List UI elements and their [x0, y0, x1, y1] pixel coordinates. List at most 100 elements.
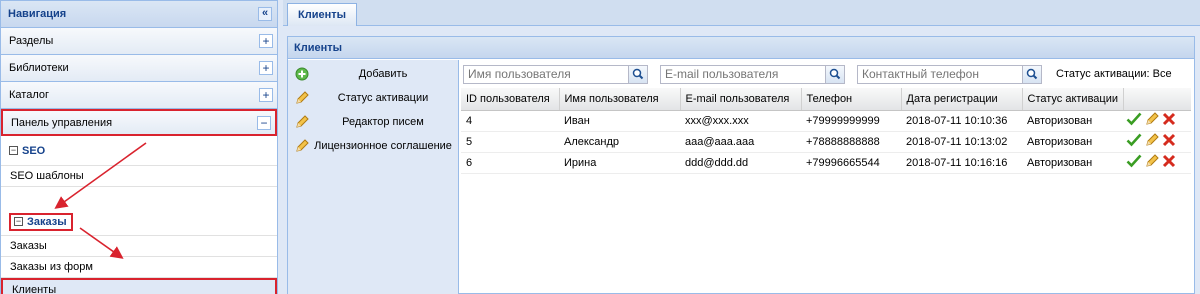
search-icon[interactable] — [1023, 64, 1042, 84]
nav-item-clients[interactable]: Клиенты — [1, 278, 277, 294]
cell-id: 4 — [461, 110, 559, 132]
delete-icon[interactable] — [1162, 112, 1176, 129]
group-orders-label: Заказы — [27, 215, 67, 228]
column-header[interactable]: E-mail пользователя — [680, 88, 802, 111]
nav-item-orders[interactable]: Заказы — [1, 236, 277, 257]
action-label: Редактор писем — [342, 116, 424, 128]
navigation-title: Навигация — [8, 8, 67, 20]
accordion-katalog[interactable]: Каталог + — [1, 82, 277, 109]
activation-status-filter[interactable]: Статус активации: Все — [1056, 68, 1172, 80]
delete-icon[interactable] — [1162, 133, 1176, 150]
nav-item-seo-templates[interactable]: SEO шаблоны — [1, 166, 277, 187]
email-search — [660, 64, 845, 84]
column-header[interactable]: Статус активации — [1022, 88, 1124, 111]
expand-button[interactable]: + — [259, 34, 273, 48]
collapse-box-icon[interactable]: − — [9, 146, 18, 155]
column-header[interactable]: ID пользователя — [461, 88, 560, 111]
email-search-input[interactable] — [660, 64, 826, 84]
cell-date: 2018-07-11 10:10:36 — [901, 110, 1022, 132]
filter-bar: Статус активации: Все — [461, 60, 1194, 88]
delete-icon[interactable] — [1162, 154, 1176, 171]
cell-name: Иван — [559, 110, 680, 132]
cell-name: Александр — [559, 131, 680, 153]
table-row[interactable]: 5 Александр aaa@aaa.aaa +78888888888 201… — [461, 131, 1191, 153]
orders-group-highlight[interactable]: − Заказы — [9, 212, 73, 231]
collapse-panel-button[interactable]: « — [258, 7, 272, 21]
username-search — [463, 64, 648, 84]
nav-item-label: Заказы из форм — [10, 261, 93, 273]
cell-name: Ирина — [559, 152, 680, 174]
nav-item-label: Клиенты — [12, 283, 57, 294]
pencil-icon — [294, 90, 310, 106]
table-row[interactable]: 6 Ирина ddd@ddd.dd +79996665544 2018-07-… — [461, 152, 1191, 174]
nav-item-label: SEO шаблоны — [10, 170, 84, 182]
clients-grid-area: Статус активации: Все ID пользователя Им… — [461, 60, 1194, 294]
column-header[interactable]: Имя пользователя — [559, 88, 681, 111]
tab-label: Клиенты — [298, 9, 347, 21]
navigation-panel: Навигация « Разделы + Библиотеки + Катал… — [0, 0, 278, 294]
cell-email: xxx@xxx.xxx — [680, 110, 801, 132]
pencil-icon[interactable] — [1144, 132, 1160, 151]
checkmark-icon[interactable] — [1126, 112, 1142, 129]
nav-item-form-orders[interactable]: Заказы из форм — [1, 257, 277, 278]
activation-status-button[interactable]: Статус активации — [294, 89, 456, 107]
row-actions — [1123, 131, 1191, 153]
clients-panel: Клиенты Добавить Статус активации Редакт… — [287, 36, 1195, 294]
tab-clients[interactable]: Клиенты — [287, 3, 358, 26]
column-header-actions — [1123, 88, 1191, 111]
expand-button[interactable]: + — [259, 88, 273, 102]
table-header-row: ID пользователя Имя пользователя E-mail … — [461, 88, 1191, 111]
cell-id: 6 — [461, 152, 559, 174]
group-seo[interactable]: − SEO — [1, 136, 277, 166]
username-search-input[interactable] — [463, 64, 629, 84]
collapse-box-icon[interactable]: − — [14, 217, 23, 226]
tab-bar: Клиенты — [283, 0, 1200, 26]
checkmark-icon[interactable] — [1126, 154, 1142, 171]
column-header[interactable]: Телефон — [801, 88, 902, 111]
action-label: Добавить — [358, 68, 408, 80]
accordion-biblioteki[interactable]: Библиотеки + — [1, 55, 277, 82]
accordion-razdely[interactable]: Разделы + — [1, 28, 277, 55]
row-actions — [1123, 152, 1191, 174]
license-agreement-button[interactable]: Лицензионное соглашение — [294, 137, 456, 155]
checkmark-icon[interactable] — [1126, 133, 1142, 150]
cell-phone: +79996665544 — [801, 152, 901, 174]
pencil-icon — [294, 138, 310, 154]
add-icon — [294, 66, 310, 82]
search-icon[interactable] — [629, 64, 648, 84]
cell-phone: +79999999999 — [801, 110, 901, 132]
accordion-label: Каталог — [9, 89, 49, 101]
letter-editor-button[interactable]: Редактор писем — [294, 113, 456, 131]
row-actions — [1123, 110, 1191, 132]
cell-email: ddd@ddd.dd — [680, 152, 801, 174]
navigation-header: Навигация « — [1, 1, 277, 28]
accordion-label: Разделы — [9, 35, 54, 47]
add-button[interactable]: Добавить — [294, 65, 456, 83]
panel-header: Клиенты — [288, 37, 1194, 59]
panel-title: Клиенты — [294, 41, 343, 54]
search-icon[interactable] — [826, 64, 845, 84]
cell-phone: +78888888888 — [801, 131, 901, 153]
table-row[interactable]: 4 Иван xxx@xxx.xxx +79999999999 2018-07-… — [461, 110, 1191, 132]
cell-status: Авторизован — [1022, 131, 1123, 153]
phone-search — [857, 64, 1042, 84]
accordion-label: Библиотеки — [9, 62, 69, 74]
phone-search-input[interactable] — [857, 64, 1023, 84]
cell-status: Авторизован — [1022, 110, 1123, 132]
action-label: Статус активации — [337, 92, 429, 104]
pencil-icon[interactable] — [1144, 111, 1160, 130]
cell-status: Авторизован — [1022, 152, 1123, 174]
collapse-button[interactable]: − — [257, 115, 271, 130]
actions-sidebar: Добавить Статус активации Редактор писем… — [288, 60, 459, 294]
accordion-label: Панель управления — [11, 116, 113, 129]
expand-button[interactable]: + — [259, 61, 273, 75]
group-orders[interactable]: − Заказы — [1, 208, 277, 236]
nav-item-label: Заказы — [10, 240, 47, 252]
pencil-icon — [294, 114, 310, 130]
clients-table: ID пользователя Имя пользователя E-mail … — [461, 88, 1191, 174]
action-label: Лицензионное соглашение — [314, 140, 452, 152]
column-header[interactable]: Дата регистрации — [901, 88, 1023, 111]
pencil-icon[interactable] — [1144, 153, 1160, 172]
accordion-control-panel[interactable]: Панель управления − — [1, 109, 277, 136]
